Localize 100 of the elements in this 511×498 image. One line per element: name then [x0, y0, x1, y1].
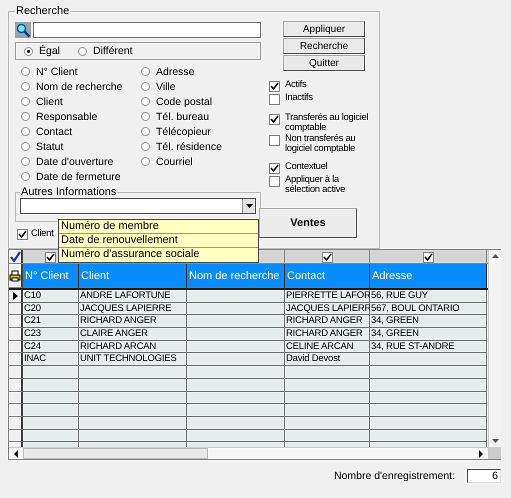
radio-button[interactable]: [21, 67, 30, 76]
radio-label: Télécopieur: [156, 126, 211, 138]
checkbox[interactable]: [269, 176, 280, 187]
row-header[interactable]: [9, 366, 23, 379]
radio-label: Statut: [36, 140, 64, 152]
row-header[interactable]: [9, 302, 23, 316]
table-cell: RICHARD ANGER: [285, 328, 370, 341]
radio-label: Tél. résidence: [156, 140, 222, 152]
radio-button[interactable]: [21, 172, 30, 181]
checkbox[interactable]: [269, 114, 280, 125]
row-pointer-icon: [12, 292, 18, 300]
radio-label: Différent: [93, 45, 133, 57]
radio-button[interactable]: [24, 46, 33, 56]
group-title: Recherche: [15, 5, 70, 17]
checkmark-icon[interactable]: [10, 251, 20, 262]
radio-button[interactable]: [21, 127, 30, 136]
row-header[interactable]: [9, 392, 23, 404]
search-icon[interactable]: [15, 22, 31, 38]
row-header[interactable]: [9, 315, 23, 328]
table-cell: 567, BOUL ONTARIO: [370, 302, 487, 316]
radio-label: Tél. bureau: [156, 110, 210, 122]
radio-label: Nom de recherche: [36, 80, 122, 92]
radio-label: Date de fermeture: [36, 170, 121, 182]
row-header[interactable]: [9, 328, 23, 341]
scroll-up-icon[interactable]: [492, 254, 498, 258]
printer-icon[interactable]: [9, 270, 21, 282]
scrollbar-thumb[interactable]: [23, 448, 208, 459]
dropdown-option[interactable]: Numéro de membre: [59, 220, 258, 234]
checkbox[interactable]: [322, 252, 332, 262]
checkbox-label: Inactifs: [285, 93, 313, 103]
checkbox[interactable]: [45, 252, 56, 262]
table-cell: UNIT TECHNOLOGIES: [79, 353, 187, 366]
radio-label: Date d'ouverture: [36, 156, 114, 168]
table-cell: C10: [23, 290, 79, 303]
checkbox[interactable]: [269, 135, 280, 146]
row-header[interactable]: [9, 404, 23, 417]
radio-button[interactable]: [141, 112, 150, 121]
checkbox[interactable]: [269, 81, 280, 92]
row-header[interactable]: [9, 416, 23, 430]
radio-button[interactable]: [21, 97, 30, 106]
sales-button[interactable]: Ventes: [259, 208, 357, 238]
radio-button[interactable]: [141, 82, 150, 91]
table-cell: [23, 392, 79, 404]
table-cell: [23, 430, 79, 442]
caret-icon: [246, 204, 252, 208]
radio-label: Ville: [156, 80, 176, 92]
search-field[interactable]: [33, 22, 261, 38]
row-header[interactable]: [9, 290, 23, 303]
radio-button[interactable]: [21, 82, 30, 91]
dropdown-option[interactable]: Date de renouvellement: [59, 234, 258, 248]
action-button[interactable]: Appliquer: [283, 21, 365, 37]
action-button[interactable]: Quitter: [283, 55, 365, 71]
other-info-dropdown[interactable]: [20, 198, 256, 214]
table-cell: RICHARD ANGER: [79, 315, 187, 328]
checkbox-label: Contextuel: [285, 162, 328, 172]
row-header[interactable]: [9, 340, 23, 354]
table-cell: INAC: [23, 353, 79, 366]
scroll-down-icon[interactable]: [492, 439, 498, 443]
radio-button[interactable]: [141, 127, 150, 136]
radio-button[interactable]: [141, 142, 150, 151]
scrollbar-corner: [488, 447, 501, 459]
radio-button[interactable]: [78, 46, 88, 56]
radio-label: Courriel: [156, 156, 193, 168]
radio-button[interactable]: [141, 67, 150, 76]
checkbox[interactable]: [269, 94, 280, 105]
radio-button[interactable]: [141, 97, 150, 106]
table-cell: JACQUES LAPIERR: [285, 302, 370, 316]
table-cell: RICHARD ARCAN: [79, 340, 187, 354]
action-button[interactable]: Recherche: [283, 38, 365, 54]
row-header[interactable]: [9, 378, 23, 392]
group-title: Autres Informations: [20, 186, 118, 198]
dropdown-option[interactable]: Numéro d'assurance sociale: [59, 248, 258, 262]
horizontal-scrollbar[interactable]: [9, 447, 488, 459]
checkbox[interactable]: [269, 163, 280, 174]
radio-button[interactable]: [21, 142, 30, 151]
checkbox-label: Actifs: [285, 80, 306, 90]
radio-button[interactable]: [21, 157, 30, 166]
table-cell: 34, GREEN: [370, 315, 487, 328]
table-cell: CELINE ARCAN: [285, 340, 370, 354]
checkbox-label: Appliquer à la sélection active: [285, 175, 346, 195]
table-cell: David Devost: [285, 353, 370, 366]
radio-label: Contact: [36, 126, 72, 138]
table-cell: C24: [23, 340, 79, 354]
table-cell: JACQUES LAPIERRE: [79, 302, 187, 316]
radio-label: Égal: [39, 45, 60, 57]
table-cell: [23, 378, 79, 392]
table-cell: ANDRE LAFORTUNE: [79, 290, 187, 303]
checkbox[interactable]: [422, 252, 434, 262]
table-cell: CLAIRE ANGER: [79, 328, 187, 341]
table-cell: C21: [23, 315, 79, 328]
record-count-label: Nombre d'enregistrement:: [334, 470, 455, 482]
table-cell: 34, RUE ST-ANDRE: [370, 340, 487, 354]
row-header[interactable]: [9, 353, 23, 366]
radio-button[interactable]: [21, 112, 30, 121]
row-header[interactable]: [9, 430, 23, 442]
checkbox[interactable]: [17, 229, 28, 240]
table-cell: RICHARD ANGER: [285, 315, 370, 328]
radio-button[interactable]: [141, 157, 150, 166]
radio-label: Code postal: [156, 96, 212, 108]
vertical-scrollbar[interactable]: [488, 250, 501, 447]
